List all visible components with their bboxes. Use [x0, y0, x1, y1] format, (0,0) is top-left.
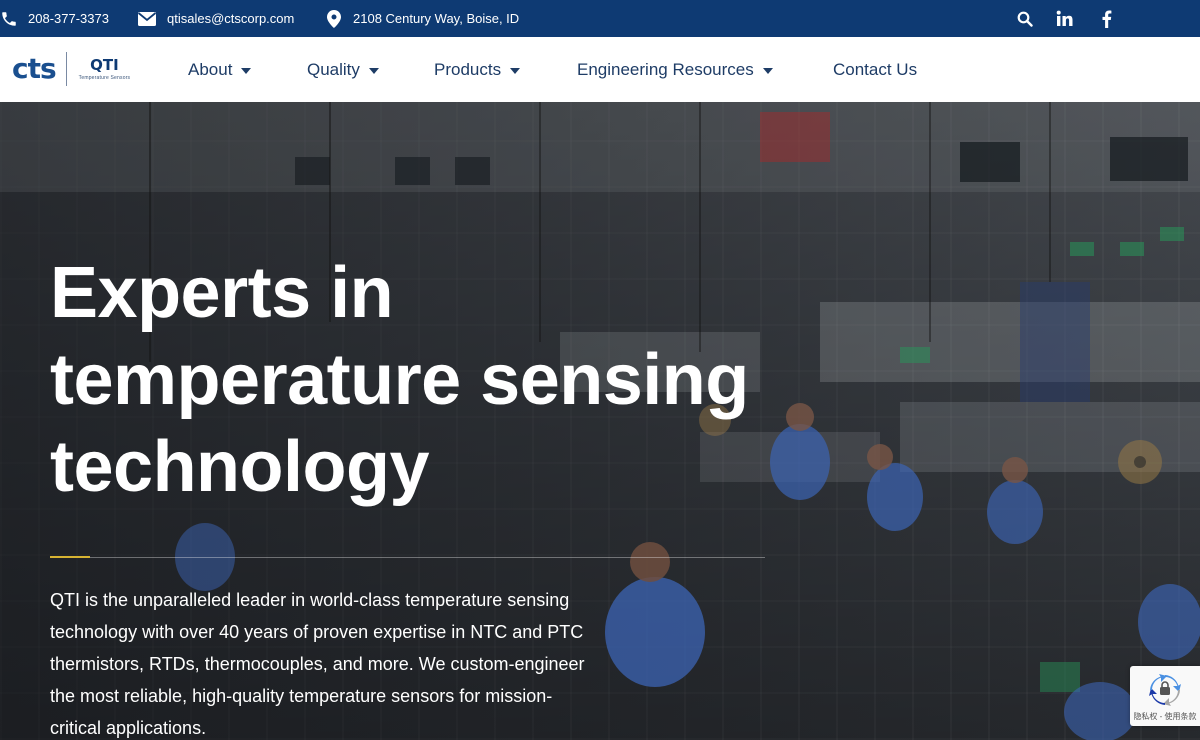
accent-divider	[50, 556, 90, 558]
hero-description-line: technology with over 40 years of proven …	[50, 622, 584, 642]
nav-products-label: Products	[434, 59, 502, 79]
recaptcha-badge[interactable]: 隐私权 - 使用条款	[1130, 666, 1200, 726]
divider-line	[90, 557, 765, 558]
street-address: 2108 Century Way, Boise, ID	[353, 11, 520, 26]
recaptcha-terms-link[interactable]: 隐私权 - 使用条款	[1130, 711, 1200, 722]
nav-quality-label: Quality	[307, 59, 360, 79]
hero-description: QTI is the unparalleled leader in world-…	[50, 584, 590, 740]
nav-contact-us[interactable]: Contact Us	[833, 37, 917, 102]
hero-description-line: QTI is the unparalleled leader in world-…	[50, 590, 570, 610]
linkedin-link[interactable]	[1053, 0, 1075, 37]
search-button[interactable]	[1014, 0, 1036, 37]
recaptcha-icon	[1149, 674, 1181, 706]
facebook-icon	[1102, 10, 1111, 28]
hero-section: Experts in temperature sensing technolog…	[0, 102, 1200, 740]
chevron-down-icon	[241, 67, 252, 74]
logo-divider	[65, 52, 67, 86]
qti-logo: QTI Temperature Sensors	[78, 55, 131, 81]
hero-heading-line: Experts in	[50, 253, 394, 333]
chevron-down-icon	[368, 67, 379, 74]
phone-link[interactable]: 208-377-3373	[0, 0, 109, 37]
envelope-icon	[137, 11, 157, 26]
hero-description-line: critical applications.	[50, 718, 207, 738]
hero-description-line: thermistors, RTDs, thermocouples, and mo…	[50, 654, 585, 674]
site-header: cts QTI Temperature Sensors About Qualit…	[0, 37, 1200, 102]
contact-bar: 208-377-3373 qtisales@ctscorp.com 2108 C…	[0, 0, 1200, 37]
chevron-down-icon	[510, 67, 521, 74]
nav-about-label: About	[188, 59, 233, 79]
nav-products[interactable]: Products	[434, 37, 521, 102]
nav-quality[interactable]: Quality	[307, 37, 379, 102]
site-logo[interactable]: cts QTI Temperature Sensors	[12, 49, 130, 89]
map-marker-icon	[327, 9, 341, 28]
cts-wordmark: cts	[12, 52, 57, 85]
nav-engineering-resources-label: Engineering Resources	[577, 59, 754, 79]
facebook-link[interactable]	[1095, 0, 1117, 37]
email-address: qtisales@ctscorp.com	[167, 11, 295, 26]
email-link[interactable]: qtisales@ctscorp.com	[137, 0, 294, 37]
hero-heading-line: technology	[50, 427, 430, 507]
qti-tagline: Temperature Sensors	[78, 74, 131, 81]
qti-mark: QTI	[90, 55, 119, 74]
chevron-down-icon	[762, 67, 773, 74]
hero-heading-line: temperature sensing	[50, 340, 749, 420]
address-link[interactable]: 2108 Century Way, Boise, ID	[327, 0, 519, 37]
search-icon	[1017, 11, 1033, 27]
linkedin-icon	[1056, 10, 1072, 26]
nav-contact-us-label: Contact Us	[833, 59, 918, 79]
nav-about[interactable]: About	[188, 37, 252, 102]
nav-engineering-resources[interactable]: Engineering Resources	[577, 37, 773, 102]
phone-icon	[2, 11, 16, 26]
phone-number: 208-377-3373	[28, 11, 109, 26]
hero-heading: Experts in temperature sensing technolog…	[50, 250, 810, 511]
hero-description-line: the most reliable, high-quality temperat…	[50, 686, 553, 706]
